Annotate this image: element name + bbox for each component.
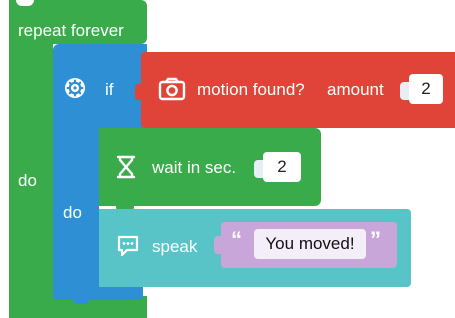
repeat-forever-label: repeat forever xyxy=(18,21,124,40)
speak-text-input[interactable]: You moved! xyxy=(254,229,366,259)
gear-icon xyxy=(64,77,86,99)
camera-icon xyxy=(158,77,186,101)
wait-seconds-input[interactable]: 2 xyxy=(263,152,301,182)
wait-label: wait in sec. xyxy=(152,158,237,177)
if-block-bottom[interactable] xyxy=(53,286,143,300)
if-label: if xyxy=(105,80,114,99)
if-bottom-notch xyxy=(72,296,90,304)
close-quote: ” xyxy=(370,227,381,252)
amount-value-input[interactable]: 2 xyxy=(409,74,443,104)
hourglass-icon xyxy=(116,155,136,179)
speech-bubble-icon xyxy=(116,234,140,258)
motion-found-label: motion found? xyxy=(197,80,305,99)
repeat-do-label: do xyxy=(18,171,37,190)
if-do-label: do xyxy=(63,203,82,222)
open-quote: “ xyxy=(231,227,242,252)
speak-label: speak xyxy=(152,237,198,256)
amount-label: amount xyxy=(327,80,384,99)
